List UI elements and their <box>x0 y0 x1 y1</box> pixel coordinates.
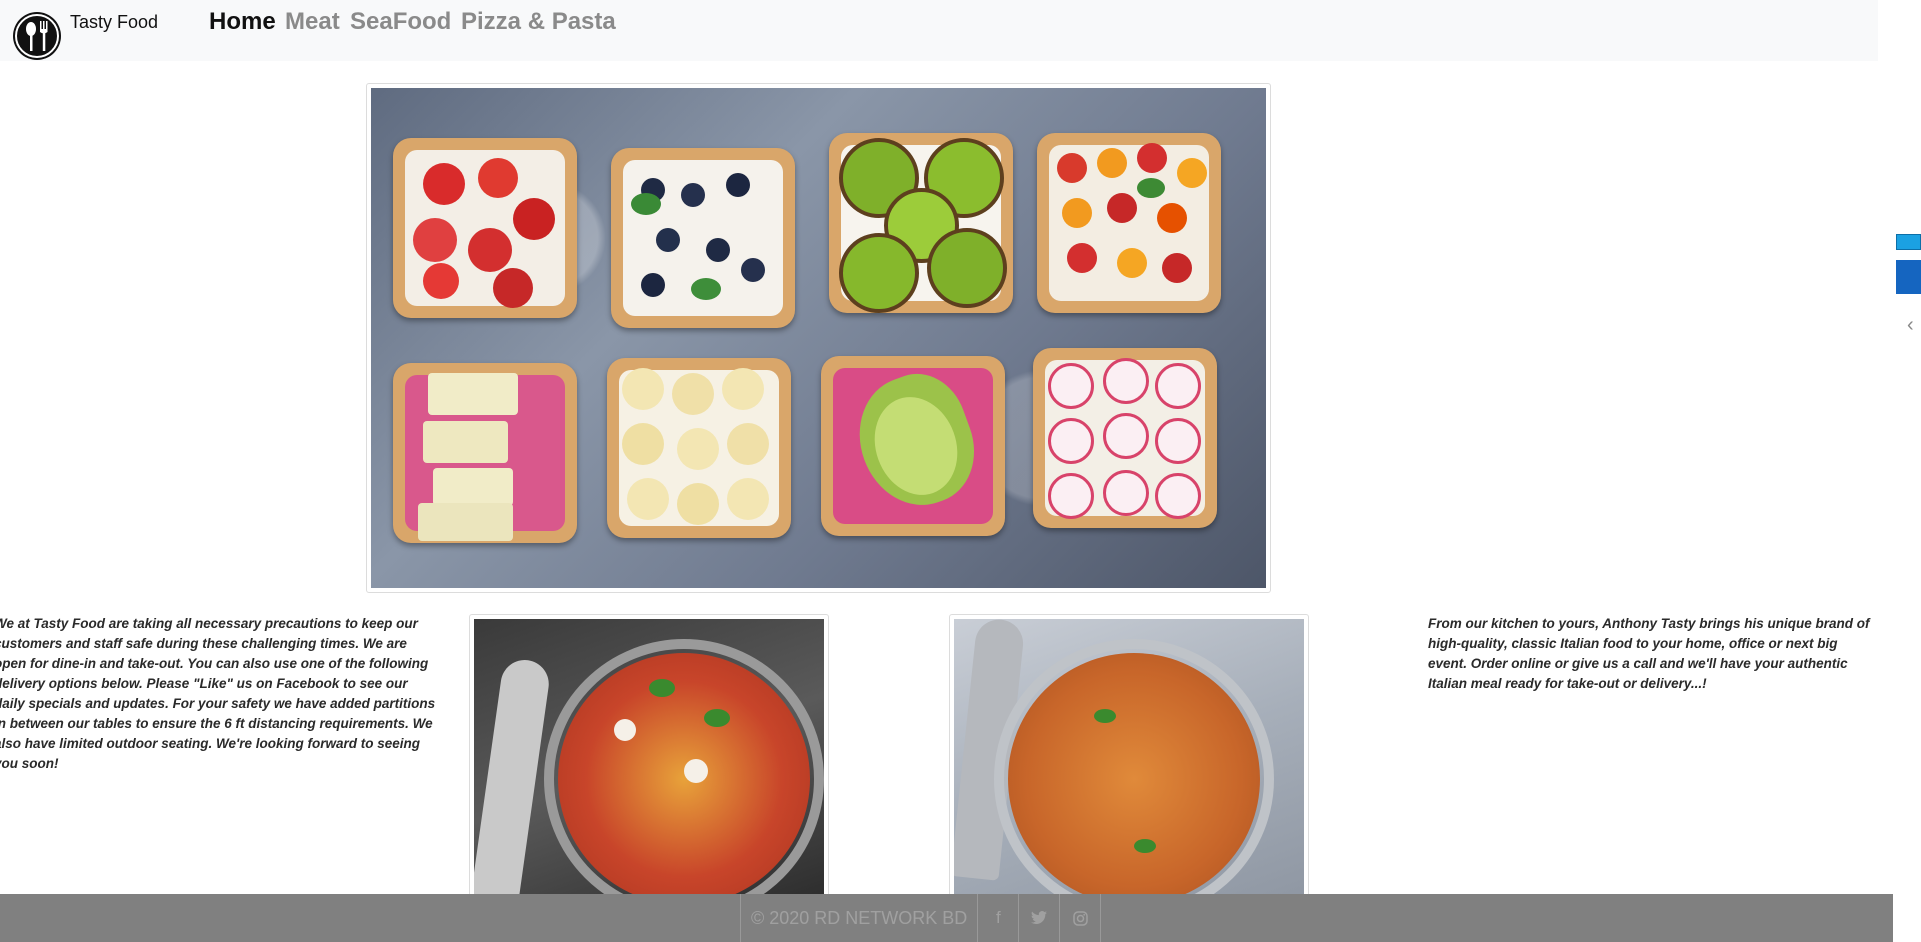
toast-tomato <box>1037 133 1221 313</box>
food-image-frame-risotto <box>949 614 1309 904</box>
facebook-icon[interactable]: f <box>978 894 1020 942</box>
toast-avocado <box>821 356 1005 536</box>
nav-link-meat[interactable]: Meat <box>285 8 340 36</box>
top-navbar: Tasty Food Home Meat SeaFood Pizza & Pas… <box>0 0 1878 61</box>
toast-kiwi <box>829 133 1013 313</box>
side-widget-chat-icon[interactable] <box>1896 234 1921 250</box>
footer-bar: © 2020 RD NETWORK BD f <box>0 894 1893 942</box>
intro-text-safety: We at Tasty Food are taking all necessar… <box>0 616 436 771</box>
toast-banana <box>607 358 791 538</box>
nav-link-home[interactable]: Home <box>209 8 276 36</box>
side-arrow-left-icon[interactable]: ‹ <box>1907 314 1921 337</box>
nav-link-seafood[interactable]: SeaFood <box>350 8 451 36</box>
hero-image-toasts <box>371 88 1266 588</box>
cutlery-icon[interactable] <box>13 12 61 60</box>
instagram-icon[interactable] <box>1060 894 1102 942</box>
food-image-gnocchi <box>474 619 824 899</box>
food-image-frame-gnocchi <box>469 614 829 904</box>
intro-text-kitchen: From our kitchen to yours, Anthony Tasty… <box>1428 616 1870 691</box>
toast-blueberry <box>611 148 795 328</box>
hero-image-frame <box>366 83 1271 593</box>
copyright-text: © 2020 RD NETWORK BD <box>740 894 979 942</box>
brand-name[interactable]: Tasty Food <box>70 12 158 33</box>
toast-brie <box>393 363 577 543</box>
twitter-icon[interactable] <box>1019 894 1061 942</box>
side-widget-share-icon[interactable] <box>1896 260 1921 294</box>
toast-strawberry <box>393 138 577 318</box>
toast-radish <box>1033 348 1217 528</box>
food-image-risotto <box>954 619 1304 899</box>
nav-link-pizza-pasta[interactable]: Pizza & Pasta <box>461 8 616 36</box>
